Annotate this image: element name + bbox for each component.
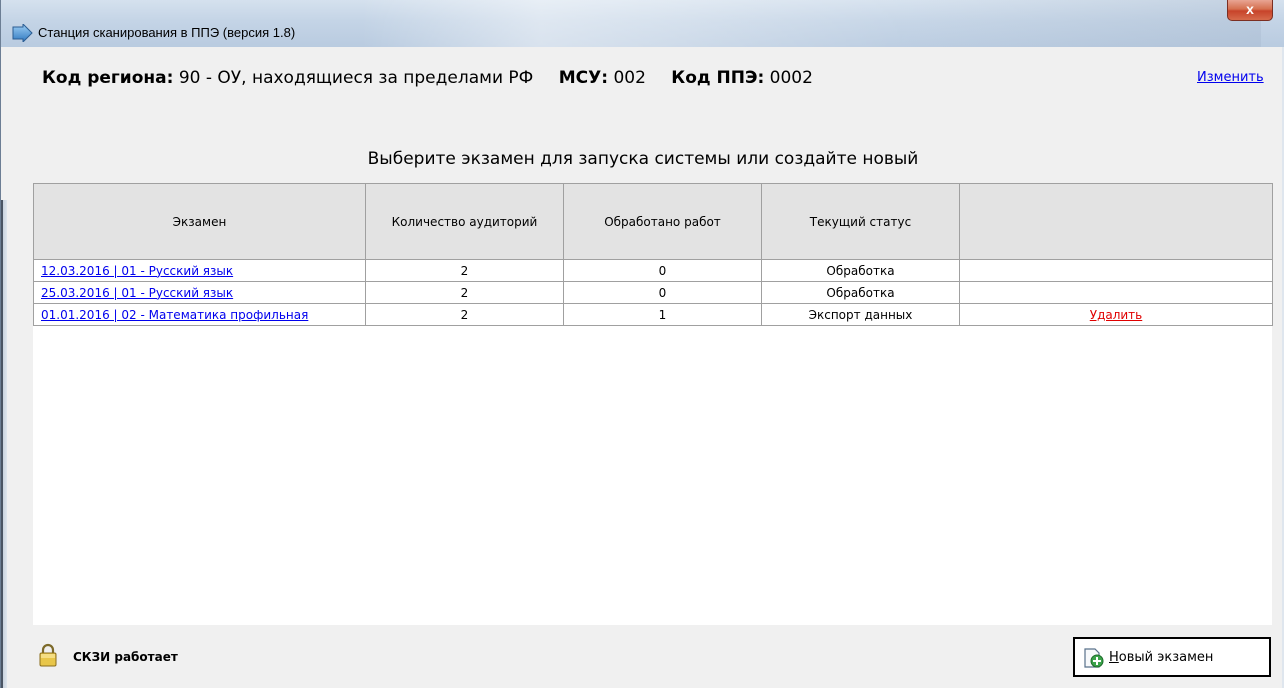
change-link[interactable]: Изменить: [1197, 70, 1264, 85]
status-cell: Обработка: [761, 281, 960, 304]
status-cell: Обработка: [761, 259, 960, 282]
window-title: Станция сканирования в ППЭ (версия 1.8): [38, 25, 296, 40]
column-header-rooms[interactable]: Количество аудиторий: [365, 183, 564, 260]
exam-table: Экзамен Количество аудиторий Обработано …: [33, 183, 1273, 326]
exam-select-prompt: Выберите экзамен для запуска системы или…: [367, 149, 919, 169]
processed-cell: 0: [563, 259, 762, 282]
region-value: 90 - ОУ, находящиеся за пределами РФ: [178, 68, 534, 88]
exam-link[interactable]: 25.03.2016 | 01 - Русский язык: [41, 286, 233, 300]
table-row[interactable]: 25.03.2016 | 01 - Русский язык 2 0 Обраб…: [33, 281, 1273, 304]
new-exam-label: Новый экзамен: [1109, 650, 1213, 665]
exam-table-panel: Экзамен Количество аудиторий Обработано …: [33, 183, 1273, 625]
column-header-exam[interactable]: Экзамен: [33, 183, 366, 260]
title-bar[interactable]: Станция сканирования в ППЭ (версия 1.8) …: [1, 0, 1284, 47]
column-header-processed[interactable]: Обработано работ: [563, 183, 762, 260]
new-document-icon: [1084, 648, 1104, 668]
exam-link[interactable]: 01.01.2016 | 02 - Математика профильная: [41, 308, 308, 322]
ppe-value: 0002: [769, 68, 813, 88]
msu-value: 002: [613, 68, 646, 88]
action-cell: [959, 281, 1273, 304]
window-left-edge: [1, 200, 7, 688]
rooms-cell: 2: [365, 281, 564, 304]
exam-cell: 01.01.2016 | 02 - Математика профильная: [33, 303, 366, 326]
app-window: Станция сканирования в ППЭ (версия 1.8) …: [0, 0, 1284, 688]
new-exam-label-rest: овый экзамен: [1118, 650, 1214, 665]
processed-cell: 0: [563, 281, 762, 304]
title-bar-glass: [361, 0, 1261, 47]
delete-link[interactable]: Удалить: [1090, 308, 1143, 322]
app-arrow-icon: [12, 24, 33, 42]
station-info: Код региона: 90 - ОУ, находящиеся за пре…: [42, 68, 833, 88]
region-label: Код региона:: [42, 68, 174, 88]
table-header-row: Экзамен Количество аудиторий Обработано …: [33, 183, 1273, 260]
action-cell: [959, 259, 1273, 282]
lock-icon: [39, 643, 57, 667]
exam-cell: 25.03.2016 | 01 - Русский язык: [33, 281, 366, 304]
rooms-cell: 2: [365, 259, 564, 282]
action-cell: Удалить: [959, 303, 1273, 326]
rooms-cell: 2: [365, 303, 564, 326]
column-header-status[interactable]: Текущий статус: [761, 183, 960, 260]
close-button[interactable]: x: [1227, 0, 1273, 21]
exam-cell: 12.03.2016 | 01 - Русский язык: [33, 259, 366, 282]
new-exam-hotkey: Н: [1109, 650, 1119, 665]
status-cell: Экспорт данных: [761, 303, 960, 326]
table-row[interactable]: 01.01.2016 | 02 - Математика профильная …: [33, 303, 1273, 326]
crypto-status: СКЗИ работает: [73, 650, 178, 664]
column-header-action[interactable]: [959, 183, 1273, 260]
processed-cell: 1: [563, 303, 762, 326]
exam-link[interactable]: 12.03.2016 | 01 - Русский язык: [41, 264, 233, 278]
table-row[interactable]: 12.03.2016 | 01 - Русский язык 2 0 Обраб…: [33, 259, 1273, 282]
ppe-label: Код ППЭ:: [671, 68, 765, 88]
new-exam-button[interactable]: Новый экзамен: [1073, 637, 1271, 677]
msu-label: МСУ:: [558, 68, 609, 88]
